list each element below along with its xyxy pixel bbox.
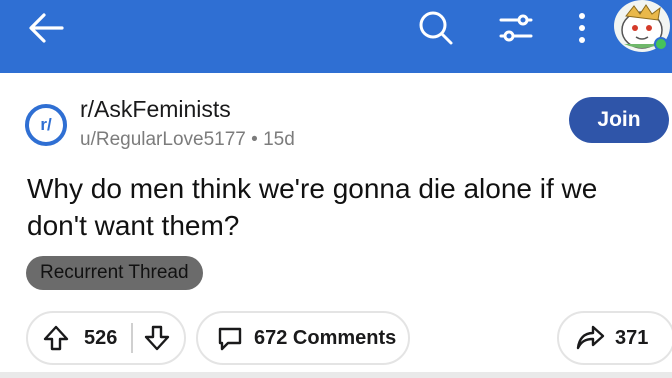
vote-score: 526: [84, 326, 118, 349]
share-button[interactable]: 371: [557, 311, 672, 365]
post-meta: u/RegularLove5177 • 15d: [80, 129, 295, 151]
back-arrow-icon[interactable]: [26, 10, 66, 46]
author-link[interactable]: u/RegularLove5177: [80, 129, 246, 150]
downvote-arrow-icon[interactable]: [143, 324, 171, 352]
vote-control: 526: [26, 311, 186, 365]
join-button[interactable]: Join: [569, 97, 669, 143]
post-age: 15d: [263, 129, 295, 150]
feed-divider: [0, 372, 672, 378]
share-count: 371: [615, 326, 649, 349]
subreddit-name[interactable]: r/AskFeminists: [80, 96, 231, 123]
comment-bubble-icon: [218, 327, 242, 351]
meta-separator: •: [251, 129, 258, 150]
comments-button[interactable]: 672 Comments: [196, 311, 410, 365]
more-vertical-icon[interactable]: [574, 10, 590, 46]
comments-count: 672 Comments: [254, 326, 397, 349]
share-arrow-icon: [576, 325, 605, 350]
vote-divider: [131, 323, 134, 353]
top-app-bar: [0, 0, 672, 73]
post-title[interactable]: Why do men think we're gonna die alone i…: [27, 170, 657, 244]
subreddit-icon[interactable]: r/: [25, 104, 67, 146]
post-flair[interactable]: Recurrent Thread: [26, 256, 203, 290]
online-status-dot: [654, 37, 668, 51]
filter-sliders-icon[interactable]: [497, 10, 535, 46]
search-icon[interactable]: [416, 8, 454, 46]
upvote-arrow-icon[interactable]: [42, 324, 70, 352]
